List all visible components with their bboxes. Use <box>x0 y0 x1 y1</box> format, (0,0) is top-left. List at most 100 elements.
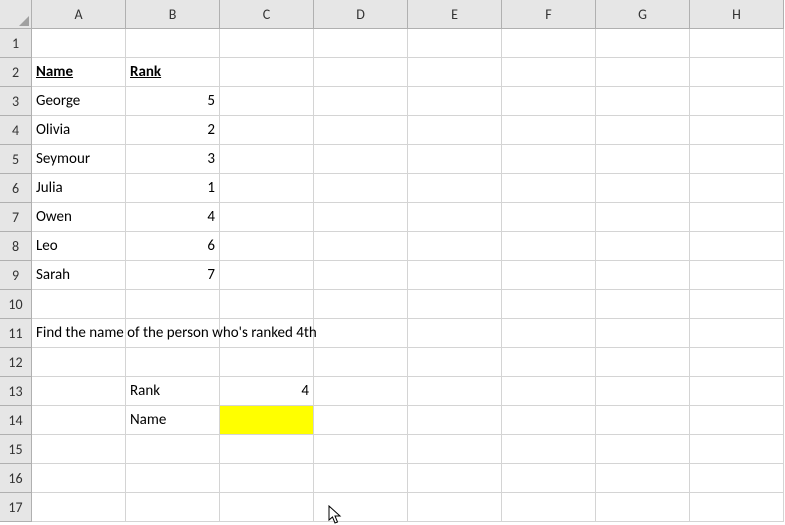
cell-C4[interactable] <box>220 116 314 145</box>
cell-G5[interactable] <box>596 145 690 174</box>
cell-D11[interactable] <box>314 319 408 348</box>
row-header-4[interactable]: 4 <box>0 116 32 145</box>
cell-C7[interactable] <box>220 203 314 232</box>
cell-H5[interactable] <box>690 145 784 174</box>
cell-F11[interactable] <box>502 319 596 348</box>
cell-F10[interactable] <box>502 290 596 319</box>
cell-G6[interactable] <box>596 174 690 203</box>
cell-D6[interactable] <box>314 174 408 203</box>
cell-C14[interactable] <box>220 406 314 435</box>
col-header-B[interactable]: B <box>126 0 220 29</box>
cell-A16[interactable] <box>32 464 126 493</box>
cell-F17[interactable] <box>502 493 596 522</box>
cell-H14[interactable] <box>690 406 784 435</box>
cell-D4[interactable] <box>314 116 408 145</box>
cell-E13[interactable] <box>408 377 502 406</box>
cell-H1[interactable] <box>690 29 784 58</box>
cell-G1[interactable] <box>596 29 690 58</box>
cell-C6[interactable] <box>220 174 314 203</box>
spreadsheet-grid[interactable]: A B C D E F G H 1 2 Name Rank 3 George 5… <box>0 0 785 522</box>
cell-G8[interactable] <box>596 232 690 261</box>
row-header-1[interactable]: 1 <box>0 29 32 58</box>
cell-H4[interactable] <box>690 116 784 145</box>
cell-F2[interactable] <box>502 58 596 87</box>
cell-B4[interactable]: 2 <box>126 116 220 145</box>
cell-B14[interactable]: Name <box>126 406 220 435</box>
row-header-12[interactable]: 12 <box>0 348 32 377</box>
cell-E14[interactable] <box>408 406 502 435</box>
cell-F6[interactable] <box>502 174 596 203</box>
row-header-9[interactable]: 9 <box>0 261 32 290</box>
col-header-F[interactable]: F <box>502 0 596 29</box>
cell-D3[interactable] <box>314 87 408 116</box>
cell-A13[interactable] <box>32 377 126 406</box>
cell-E3[interactable] <box>408 87 502 116</box>
col-header-A[interactable]: A <box>32 0 126 29</box>
cell-H10[interactable] <box>690 290 784 319</box>
cell-A9[interactable]: Sarah <box>32 261 126 290</box>
cell-G12[interactable] <box>596 348 690 377</box>
cell-H13[interactable] <box>690 377 784 406</box>
cell-C10[interactable] <box>220 290 314 319</box>
cell-B10[interactable] <box>126 290 220 319</box>
cell-F15[interactable] <box>502 435 596 464</box>
cell-A3[interactable]: George <box>32 87 126 116</box>
cell-B9[interactable]: 7 <box>126 261 220 290</box>
cell-G9[interactable] <box>596 261 690 290</box>
cell-H15[interactable] <box>690 435 784 464</box>
cell-B12[interactable] <box>126 348 220 377</box>
row-header-2[interactable]: 2 <box>0 58 32 87</box>
cell-H12[interactable] <box>690 348 784 377</box>
cell-G11[interactable] <box>596 319 690 348</box>
cell-D13[interactable] <box>314 377 408 406</box>
cell-E8[interactable] <box>408 232 502 261</box>
row-header-11[interactable]: 11 <box>0 319 32 348</box>
cell-D5[interactable] <box>314 145 408 174</box>
cell-C9[interactable] <box>220 261 314 290</box>
col-header-C[interactable]: C <box>220 0 314 29</box>
cell-C17[interactable] <box>220 493 314 522</box>
cell-C13[interactable]: 4 <box>220 377 314 406</box>
cell-H3[interactable] <box>690 87 784 116</box>
cell-E12[interactable] <box>408 348 502 377</box>
cell-D17[interactable] <box>314 493 408 522</box>
cell-H8[interactable] <box>690 232 784 261</box>
cell-B17[interactable] <box>126 493 220 522</box>
cell-B6[interactable]: 1 <box>126 174 220 203</box>
cell-D8[interactable] <box>314 232 408 261</box>
cell-E7[interactable] <box>408 203 502 232</box>
cell-D2[interactable] <box>314 58 408 87</box>
cell-G15[interactable] <box>596 435 690 464</box>
cell-E11[interactable] <box>408 319 502 348</box>
cell-D12[interactable] <box>314 348 408 377</box>
cell-E9[interactable] <box>408 261 502 290</box>
cell-F14[interactable] <box>502 406 596 435</box>
cell-B8[interactable]: 6 <box>126 232 220 261</box>
row-header-3[interactable]: 3 <box>0 87 32 116</box>
cell-E16[interactable] <box>408 464 502 493</box>
cell-A11[interactable]: Find the name of the person who's ranked… <box>32 319 126 348</box>
cell-D15[interactable] <box>314 435 408 464</box>
row-header-7[interactable]: 7 <box>0 203 32 232</box>
cell-H9[interactable] <box>690 261 784 290</box>
cell-F16[interactable] <box>502 464 596 493</box>
cell-F12[interactable] <box>502 348 596 377</box>
cell-A15[interactable] <box>32 435 126 464</box>
cell-F3[interactable] <box>502 87 596 116</box>
cell-A10[interactable] <box>32 290 126 319</box>
cell-H6[interactable] <box>690 174 784 203</box>
cell-F4[interactable] <box>502 116 596 145</box>
cell-G10[interactable] <box>596 290 690 319</box>
cell-H7[interactable] <box>690 203 784 232</box>
cell-C12[interactable] <box>220 348 314 377</box>
cell-F13[interactable] <box>502 377 596 406</box>
col-header-G[interactable]: G <box>596 0 690 29</box>
cell-H2[interactable] <box>690 58 784 87</box>
cell-F8[interactable] <box>502 232 596 261</box>
row-header-16[interactable]: 16 <box>0 464 32 493</box>
cell-A2[interactable]: Name <box>32 58 126 87</box>
cell-E4[interactable] <box>408 116 502 145</box>
cell-B3[interactable]: 5 <box>126 87 220 116</box>
select-all-corner[interactable] <box>0 0 32 29</box>
cell-C15[interactable] <box>220 435 314 464</box>
